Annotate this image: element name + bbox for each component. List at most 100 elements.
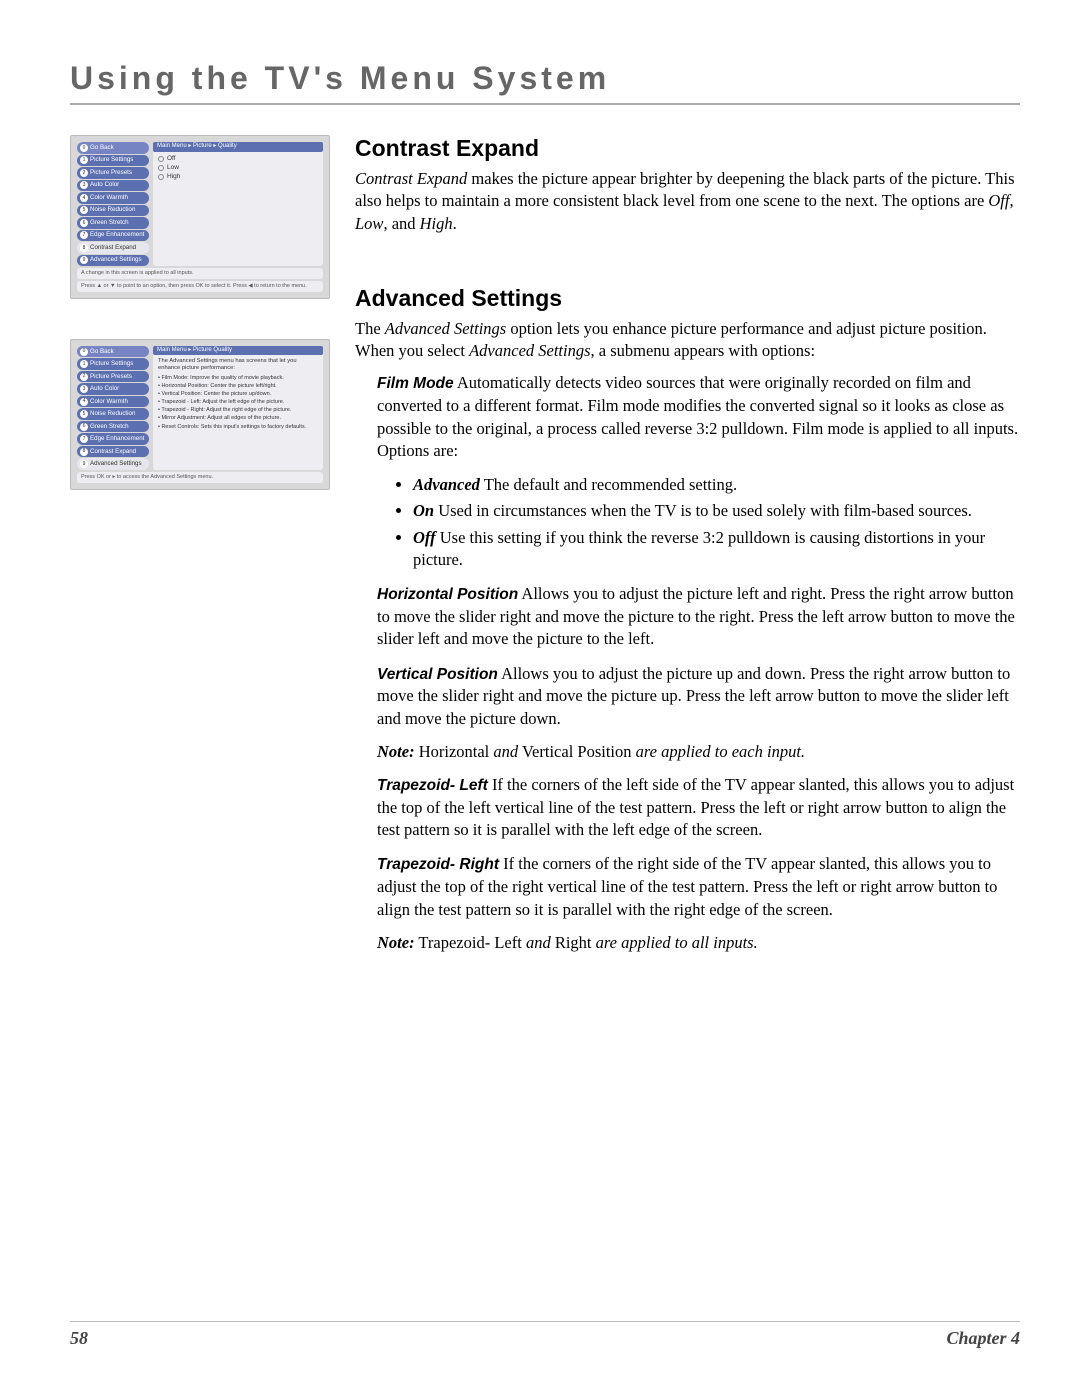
description-item: • Mirror Adjustment: Adjust all edges of…: [158, 415, 318, 422]
label-trapezoid-right: Trapezoid- Right: [377, 856, 499, 873]
menu-number: 1: [80, 360, 88, 368]
menu-number: 9: [80, 460, 88, 468]
subsection-trapezoid-left: Trapezoid- Left If the corners of the le…: [377, 774, 1020, 841]
menu-item: 9Advanced Settings: [77, 458, 149, 470]
menu-label: Go Back: [90, 348, 114, 356]
subsection-horizontal-position: Horizontal Position Allows you to adjust…: [377, 583, 1020, 650]
list-item: Off Use this setting if you think the re…: [413, 527, 1020, 572]
menu-label: Green Stretch: [90, 423, 129, 431]
menu-item: 1Picture Settings: [77, 358, 149, 370]
heading-contrast-expand: Contrast Expand: [355, 135, 1020, 162]
menu-number: 7: [80, 231, 88, 239]
menu-item: 5Noise Reduction: [77, 408, 149, 420]
list-item: On Used in circumstances when the TV is …: [413, 500, 1020, 522]
subsection-trapezoid-right: Trapezoid- Right If the corners of the r…: [377, 853, 1020, 920]
list-item: Advanced The default and recommended set…: [413, 474, 1020, 496]
page-footer: 58 Chapter 4: [70, 1321, 1020, 1349]
menu-label: Auto Color: [90, 181, 119, 189]
description-item: • Trapezoid - Right: Adjust the right ed…: [158, 407, 318, 414]
menu-label: Go Back: [90, 144, 114, 152]
menu-label: Edge Enhancement: [90, 435, 144, 443]
radio-icon: [158, 174, 164, 180]
figure-advanced-settings-menu: 0Go Back1Picture Settings2Picture Preset…: [70, 339, 330, 490]
menu-item: 4Color Warmth: [77, 396, 149, 408]
radio-icon: [158, 165, 164, 171]
option-high: High: [167, 173, 180, 181]
menu-item: 1Picture Settings: [77, 155, 149, 167]
page-number: 58: [70, 1328, 88, 1349]
menu-item: 4Color Warmth: [77, 192, 149, 204]
radio-icon: [158, 156, 164, 162]
menu-label: Color Warmth: [90, 398, 128, 406]
subsection-film-mode: Film Mode Automatically detects video so…: [377, 372, 1020, 571]
menu-label: Noise Reduction: [90, 206, 135, 214]
menu-item: 2Picture Presets: [77, 371, 149, 383]
paragraph: The Advanced Settings option lets you en…: [355, 318, 1020, 363]
menu-number: 3: [80, 181, 88, 189]
breadcrumb: Main Menu ▸ Picture ▸ Quality: [153, 142, 323, 152]
menu-item: 7Edge Enhancement: [77, 230, 149, 242]
figure-contrast-expand-menu: 0Go Back1Picture Settings2Picture Preset…: [70, 135, 330, 299]
menu-number: 4: [80, 398, 88, 406]
label-film-mode: Film Mode: [377, 375, 454, 392]
page-heading: Using the TV's Menu System: [70, 60, 1020, 105]
menu-number: 8: [80, 244, 88, 252]
heading-advanced-settings: Advanced Settings: [355, 285, 1020, 312]
menu-number: 4: [80, 194, 88, 202]
menu-number: 3: [80, 385, 88, 393]
content-column: Contrast Expand Contrast Expand makes th…: [355, 135, 1020, 1003]
section-advanced-settings: Advanced Settings The Advanced Settings …: [355, 285, 1020, 953]
menu-item: 6Green Stretch: [77, 421, 149, 433]
menu-item: 3Auto Color: [77, 383, 149, 395]
label-horizontal-position: Horizontal Position: [377, 586, 518, 603]
section-contrast-expand: Contrast Expand Contrast Expand makes th…: [355, 135, 1020, 235]
menu-label: Edge Enhancement: [90, 231, 144, 239]
menu-label: Auto Color: [90, 385, 119, 393]
menu-number: 7: [80, 435, 88, 443]
note: Note: Trapezoid- Left and Right are appl…: [377, 933, 1020, 953]
note: Note: Horizontal and Vertical Position a…: [377, 742, 1020, 762]
menu-number: 0: [80, 348, 88, 356]
film-mode-options: Advanced The default and recommended set…: [413, 474, 1020, 571]
breadcrumb: Main Menu ▸ Picture Quality: [153, 346, 323, 356]
option-low: Low: [167, 164, 179, 172]
help-text: Press ▲ or ▼ to point to an option, then…: [77, 281, 323, 292]
menu-number: 2: [80, 169, 88, 177]
menu-label: Picture Presets: [90, 373, 132, 381]
figure-column: 0Go Back1Picture Settings2Picture Preset…: [70, 135, 330, 1003]
menu-item: 6Green Stretch: [77, 217, 149, 229]
description-item: • Vertical Position: Center the picture …: [158, 391, 318, 398]
menu-item: 0Go Back: [77, 346, 149, 358]
menu-label: Advanced Settings: [90, 256, 142, 264]
menu-item: 2Picture Presets: [77, 167, 149, 179]
description-item: • Film Mode: Improve the quality of movi…: [158, 375, 318, 382]
menu-label: Contrast Expand: [90, 244, 136, 252]
description-item: • Trapezoid - Left: Adjust the left edge…: [158, 399, 318, 406]
paragraph: Contrast Expand makes the picture appear…: [355, 168, 1020, 235]
menu-item: 8Contrast Expand: [77, 446, 149, 458]
menu-item: 3Auto Color: [77, 180, 149, 192]
menu-label: Noise Reduction: [90, 410, 135, 418]
menu-number: 9: [80, 256, 88, 264]
menu-item: 0Go Back: [77, 142, 149, 154]
menu-label: Green Stretch: [90, 219, 129, 227]
help-text: A change in this screen is applied to al…: [77, 268, 323, 279]
menu-number: 1: [80, 156, 88, 164]
menu-item: 7Edge Enhancement: [77, 433, 149, 445]
description-item: • Horizontal Position: Center the pictur…: [158, 383, 318, 390]
label-trapezoid-left: Trapezoid- Left: [377, 777, 488, 794]
menu-number: 6: [80, 423, 88, 431]
menu-label: Picture Presets: [90, 169, 132, 177]
menu-label: Picture Settings: [90, 156, 133, 164]
menu-label: Advanced Settings: [90, 460, 142, 468]
menu-number: 6: [80, 219, 88, 227]
help-text: Press OK or ▸ to access the Advanced Set…: [77, 472, 323, 483]
label-vertical-position: Vertical Position: [377, 666, 498, 683]
menu-number: 2: [80, 373, 88, 381]
description-intro: The Advanced Settings menu has screens t…: [158, 358, 318, 372]
menu-label: Color Warmth: [90, 194, 128, 202]
menu-number: 0: [80, 144, 88, 152]
menu-number: 8: [80, 448, 88, 456]
menu-label: Contrast Expand: [90, 448, 136, 456]
menu-item: 8Contrast Expand: [77, 242, 149, 254]
